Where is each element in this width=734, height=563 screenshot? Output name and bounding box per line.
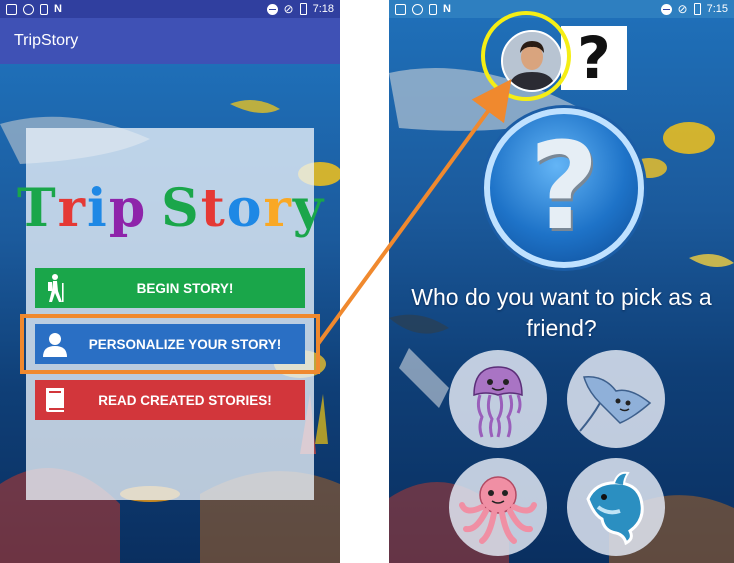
tripstory-logo: T r i p S t o r y [17,168,323,248]
begin-story-label: BEGIN STORY! [136,280,234,296]
n-notification-icon: N [443,3,451,15]
dolphin-icon [586,471,644,546]
logo-letter: y [292,177,324,239]
phone-notification-icon [429,3,437,15]
friend-option-dolphin[interactable] [567,458,665,556]
logo-letter: r [57,177,86,239]
logo-letter: p [108,177,146,239]
read-created-stories-label: READ CREATED STORIES! [98,392,272,408]
status-bar: N ⊘ 7:15 [389,0,734,18]
logo-letter: T [16,177,56,239]
image-notification-icon [395,3,406,15]
do-not-disturb-icon [660,3,672,15]
highlight-box [20,314,320,374]
battery-icon [299,3,307,15]
n-notification-icon: N [54,3,62,15]
image-notification-icon [6,3,17,15]
friend-question-text: Who do you want to pick as a friend? [411,284,712,341]
logo-letter: r [263,177,291,239]
logo-letter: i [87,177,107,239]
friend-option-jellyfish[interactable] [449,350,547,448]
phone-notification-icon [40,3,48,15]
stingray-icon [579,376,652,432]
logo-letter: t [200,177,225,239]
status-time: 7:18 [312,3,334,15]
jellyfish-icon [473,366,523,438]
logo-letter: o [226,177,262,239]
battery-icon [693,3,701,15]
friend-option-stingray[interactable] [567,350,665,448]
question-mark-button[interactable]: ? [484,108,644,268]
status-time: 7:15 [706,3,728,15]
do-not-disturb-icon [266,3,278,15]
app-title: TripStory [14,32,79,49]
status-bar: N ⊘ 7:18 [0,0,340,18]
unknown-friend-mark: ? [577,24,611,92]
left-screen: N ⊘ 7:18 TripStory T r i p S t o r y BEG… [0,0,340,563]
android-notification-icon [23,3,34,15]
right-screen: N ⊘ 7:15 ? ? Who do you want to pick as … [389,0,734,563]
read-created-stories-button[interactable]: READ CREATED STORIES! [35,380,305,420]
hiker-icon [35,268,75,308]
app-bar: TripStory [0,18,340,64]
no-signal-icon: ⊘ [677,2,688,16]
octopus-icon [459,476,537,544]
question-mark-icon: ? [529,118,599,257]
begin-story-button[interactable]: BEGIN STORY! [35,268,305,308]
friend-option-octopus[interactable] [449,458,547,556]
android-notification-icon [412,3,423,15]
book-icon [35,380,75,420]
highlight-circle [481,11,571,101]
logo-letter: S [161,177,199,239]
no-signal-icon: ⊘ [283,2,294,16]
